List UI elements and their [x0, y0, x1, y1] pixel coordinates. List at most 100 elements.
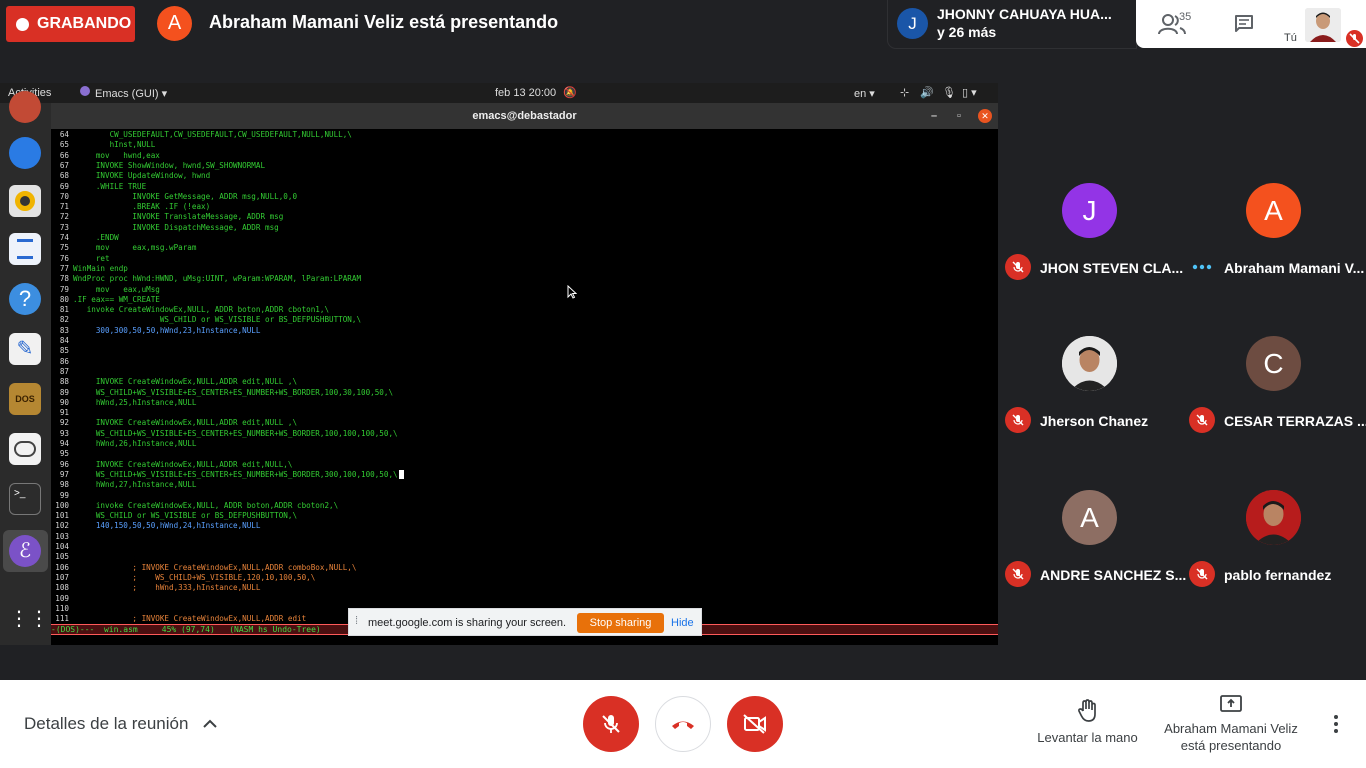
code-line: 102 140,150,50,50,hWnd,24,hInstance,NULL [51, 521, 260, 531]
network-icon[interactable]: ⊹ [900, 86, 909, 99]
gnome-top-bar: Activities Emacs (GUI) ▾ feb 13 20:00 🔕 … [0, 83, 998, 103]
code-text: mov hwnd,eax [73, 150, 160, 160]
code-text: .IF eax== WM_CREATE [73, 294, 160, 304]
text-editor-icon[interactable]: ✎ [9, 333, 41, 365]
code-text: INVOKE CreateWindowEx,NULL,ADDR edit,NUL… [73, 459, 293, 469]
code-line: 71 .BREAK .IF (!eax) [51, 202, 210, 212]
line-number: 95 [59, 449, 69, 459]
hide-button[interactable]: Hide [671, 617, 694, 629]
speaking-indicator-icon [1189, 254, 1215, 280]
stop-sharing-button[interactable]: Stop sharing [577, 613, 664, 633]
participant-tile[interactable]: C CESAR TERRAZAS ... [1182, 286, 1366, 439]
code-text: CW_USEDEFAULT,CW_USEDEFAULT,CW_USEDEFAUL… [73, 130, 352, 139]
line-number: 87 [59, 366, 69, 376]
participant-tile[interactable]: J JHON STEVEN CLA... [998, 133, 1183, 286]
code-text: invoke CreateWindowEx,NULL, ADDR boton,A… [73, 305, 330, 315]
chat-icon[interactable] [1234, 14, 1254, 34]
leave-call-button[interactable] [655, 696, 711, 752]
app-menu-label: Emacs (GUI) [95, 88, 159, 100]
clock[interactable]: feb 13 20:00 [495, 87, 556, 99]
presenter-avatar: A [157, 6, 192, 41]
thunderbird-icon[interactable] [9, 137, 41, 169]
line-number: 72 [59, 212, 69, 222]
more-options-icon[interactable] [1330, 714, 1342, 734]
terminal-icon[interactable]: >_ [9, 483, 41, 515]
line-number: 97 [59, 469, 69, 479]
code-line: 111 ; INVOKE CreateWindowEx,NULL,ADDR ed… [51, 614, 306, 624]
code-line: 98 hWnd,27,hInstance,NULL [51, 480, 197, 490]
code-editor[interactable]: 64 CW_USEDEFAULT,CW_USEDEFAULT,CW_USEDEF… [51, 129, 998, 625]
line-number: 92 [59, 418, 69, 428]
code-text: .ENDW [73, 233, 119, 242]
line-number: 98 [59, 480, 69, 490]
line-number: 77 [59, 263, 69, 273]
battery-icon[interactable]: ▯ ▾ [962, 86, 977, 99]
code-line: 64 CW_USEDEFAULT,CW_USEDEFAULT,CW_USEDEF… [51, 130, 352, 140]
show-apps-icon[interactable]: ⋮⋮⋮ [9, 603, 69, 635]
code-text: hWnd,26,hInstance,NULL [73, 439, 197, 448]
meeting-details-button[interactable]: Detalles de la reunión [24, 714, 217, 734]
line-number: 100 [55, 500, 69, 510]
line-number: 64 [59, 130, 69, 139]
present-screen-icon [1220, 695, 1242, 712]
line-number: 76 [59, 253, 69, 263]
help-icon[interactable]: ? [9, 283, 41, 315]
self-video-thumbnail[interactable] [1305, 8, 1341, 42]
code-line: 69 .WHILE TRUE [51, 182, 146, 192]
maximize-icon[interactable]: ▫ [957, 103, 961, 129]
code-text: ; WS_CHILD+WS_VISIBLE,120,10,100,50,\ [73, 572, 316, 582]
code-text: WS_CHILD+WS_VISIBLE+ES_CENTER+ES_NUMBER+… [73, 428, 398, 438]
code-text: ; hWnd,333,hInstance,NULL [73, 583, 261, 593]
camera-toggle-button[interactable] [727, 696, 783, 752]
language-indicator[interactable]: en ▾ [854, 87, 875, 100]
code-line: 74 .ENDW [51, 233, 119, 243]
bottom-controls-bar: Detalles de la reunión Levantar la mano [0, 680, 1366, 768]
line-number: 93 [59, 428, 69, 438]
code-text: WinMain endp [73, 263, 128, 273]
line-number: 102 [55, 521, 69, 531]
code-text: .WHILE TRUE [73, 181, 147, 191]
volume-icon[interactable]: 🔊 [920, 86, 934, 99]
code-text: INVOKE DispatchMessage, ADDR msg [73, 222, 279, 232]
mic-icon[interactable]: 🎙 [942, 86, 956, 99]
code-line: 89 WS_CHILD+WS_VISIBLE+ES_CENTER+ES_NUMB… [51, 388, 393, 398]
code-text: 140,150,50,50,hWnd,24,hInstance,NULL [73, 521, 261, 531]
code-text: WS_CHILD+WS_VISIBLE+ES_CENTER+ES_NUMBER+… [73, 387, 394, 397]
code-line: 80 .IF eax== WM_CREATE [51, 295, 160, 305]
dosbox-icon[interactable]: DOS [9, 383, 41, 415]
raise-hand-icon [1077, 699, 1096, 722]
screenshot-app-icon[interactable] [9, 433, 41, 465]
line-number: 94 [59, 439, 69, 448]
code-line: 85 [51, 346, 73, 356]
line-number: 88 [59, 377, 69, 387]
participant-tile[interactable]: A ANDRE SANCHEZ S... [998, 440, 1186, 593]
presenting-button[interactable]: Abraham Mamani Veliz está presentando [1160, 693, 1302, 754]
participant-tile[interactable]: Jherson Chanez [998, 286, 1182, 439]
code-text: WS_CHILD or WS_VISIBLE or BS_DEFPUSHBUTT… [73, 315, 362, 325]
code-text: WS_CHILD or WS_VISIBLE or BS_DEFPUSHBUTT… [73, 511, 298, 521]
close-icon[interactable]: ✕ [978, 109, 992, 123]
line-number: 83 [59, 325, 69, 335]
emacs-icon[interactable]: ℰ [9, 535, 41, 567]
code-line: 92 INVOKE CreateWindowEx,NULL,ADDR edit,… [51, 418, 297, 428]
firefox-icon[interactable] [9, 91, 41, 123]
mic-toggle-button[interactable] [583, 696, 639, 752]
raise-hand-button[interactable]: Levantar la mano [1030, 698, 1145, 745]
participant-tile[interactable]: pablo fernandez [1182, 440, 1366, 593]
participant-avatar: A [1246, 183, 1301, 238]
participant-tile[interactable]: A Abraham Mamani V... [1182, 133, 1366, 286]
code-line: 90 hWnd,25,hInstance,NULL [51, 398, 197, 408]
writer-icon[interactable] [9, 233, 41, 265]
notifications-off-icon: 🔕 [563, 87, 577, 99]
drag-handle-icon[interactable]: ⁞ [355, 615, 358, 627]
minimize-icon[interactable]: – [931, 103, 937, 129]
rhythmbox-icon[interactable] [9, 185, 41, 217]
app-menu[interactable]: Emacs (GUI) ▾ [95, 87, 167, 100]
code-text: INVOKE UpdateWindow, hwnd [73, 171, 211, 181]
line-number: 96 [59, 459, 69, 469]
code-line: 95 [51, 449, 73, 459]
camera-off-icon [743, 714, 766, 734]
code-text: INVOKE TranslateMessage, ADDR msg [73, 212, 284, 222]
code-line: 108 ; hWnd,333,hInstance,NULL [51, 583, 260, 593]
line-number: 107 [55, 572, 69, 582]
